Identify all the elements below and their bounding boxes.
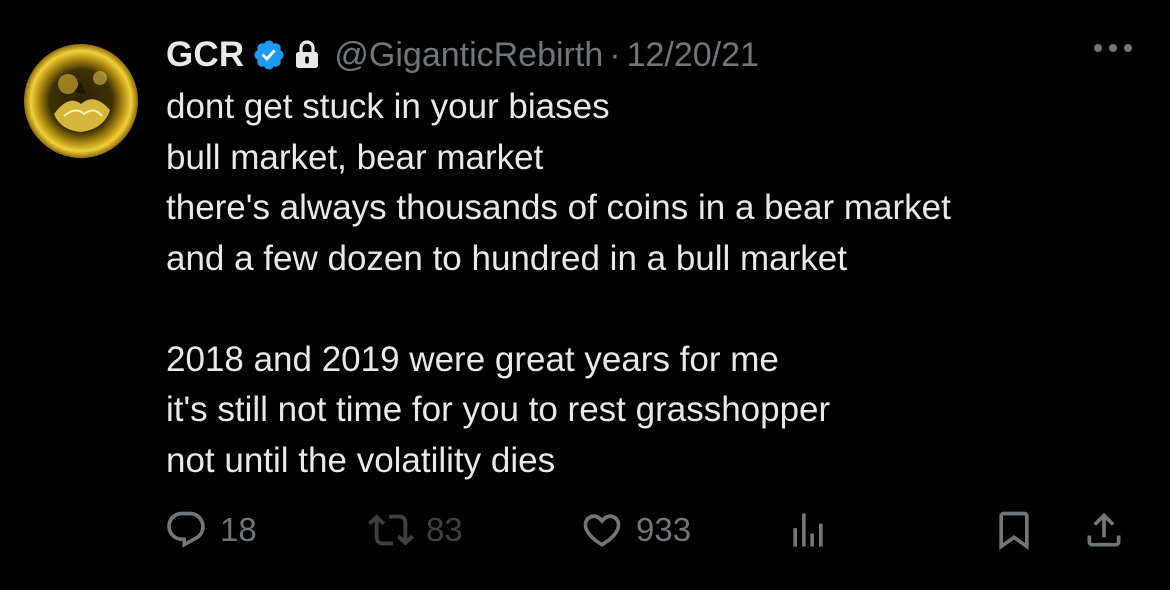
- share-icon: [1087, 512, 1121, 547]
- user-handle[interactable]: @GiganticRebirth: [334, 36, 603, 75]
- lock-icon: [294, 40, 320, 70]
- tweet-text-line: not until the volatility dies: [166, 440, 556, 480]
- tweet-text-line: and a few dozen to hundred in a bull mar…: [166, 238, 847, 278]
- tweet-text-line: there's always thousands of coins in a b…: [166, 188, 951, 227]
- avatar-image: [24, 44, 138, 158]
- retweet-count: 83: [426, 511, 463, 548]
- tweet-actions: 18 83 933: [0, 500, 1170, 560]
- display-name[interactable]: GCR: [166, 35, 244, 75]
- views-chart-icon: [793, 513, 823, 547]
- bookmark-icon: [999, 511, 1029, 551]
- reply-button[interactable]: 18: [164, 500, 257, 560]
- reply-count: 18: [220, 511, 257, 548]
- retweet-button[interactable]: 83: [368, 500, 463, 560]
- tweet-text-line: 2018 and 2019 were great years for me: [166, 339, 779, 379]
- tweet[interactable]: GCR @GiganticRebirth · 12/20/21 dont get…: [0, 0, 1170, 590]
- retweet-icon: [368, 514, 414, 546]
- views-button[interactable]: [786, 500, 830, 560]
- reply-icon: [167, 511, 205, 548]
- heart-icon: [583, 514, 621, 547]
- verified-badge-icon[interactable]: [252, 38, 286, 72]
- tweet-header: GCR @GiganticRebirth · 12/20/21: [166, 30, 759, 80]
- share-button[interactable]: [1082, 500, 1126, 560]
- separator-dot: ·: [609, 35, 621, 74]
- tweet-text-line: bull market, bear market: [166, 137, 544, 177]
- tweet-text-line: dont get stuck in your biases: [166, 87, 610, 126]
- tweet-date[interactable]: 12/20/21: [627, 36, 759, 75]
- like-button[interactable]: 933: [580, 500, 691, 560]
- more-options-icon[interactable]: [1090, 38, 1136, 58]
- like-count: 933: [636, 511, 692, 548]
- tweet-text: dont get stuck in your biases bull marke…: [166, 82, 1146, 486]
- avatar[interactable]: [24, 44, 138, 158]
- bookmark-button[interactable]: [992, 500, 1036, 560]
- tweet-text-line: it's still not time for you to rest gras…: [166, 390, 831, 429]
